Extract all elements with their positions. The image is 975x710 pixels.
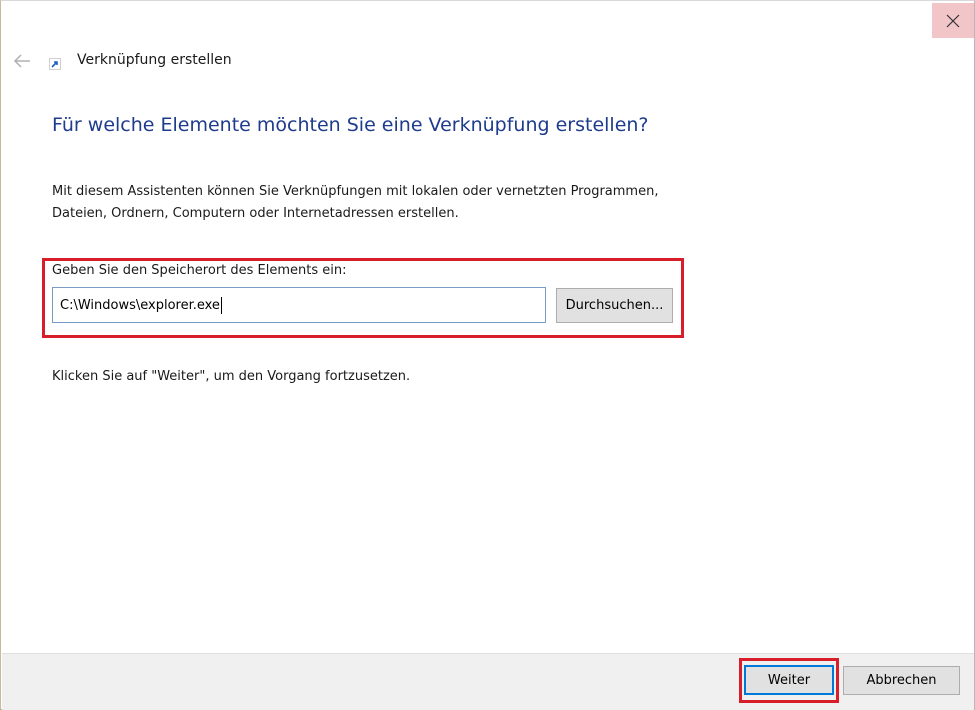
shortcut-wizard-window: Verknüpfung erstellen Für welche Element… <box>0 0 975 710</box>
wizard-title: Verknüpfung erstellen <box>77 52 232 68</box>
continue-hint: Klicken Sie auf "Weiter", um den Vorgang… <box>52 369 411 384</box>
close-button[interactable] <box>932 3 974 38</box>
cancel-button[interactable]: Abbrechen <box>843 666 960 695</box>
next-button[interactable]: Weiter <box>744 665 834 695</box>
browse-button[interactable]: Durchsuchen... <box>556 288 673 323</box>
shortcut-icon <box>49 58 61 70</box>
location-label: Geben Sie den Speicherort des Elements e… <box>52 263 347 278</box>
close-icon <box>946 14 960 27</box>
wizard-description: Mit diesem Assistenten können Sie Verknü… <box>52 181 732 225</box>
back-button[interactable] <box>11 51 33 71</box>
location-input-value: C:\Windows\explorer.exe <box>60 297 220 313</box>
location-input[interactable]: C:\Windows\explorer.exe <box>52 287 546 323</box>
arrow-left-icon <box>13 54 30 68</box>
description-line-2: Dateien, Ordnern, Computern oder Interne… <box>52 206 459 221</box>
text-caret <box>220 296 222 314</box>
page-heading: Für welche Elemente möchten Sie eine Ver… <box>52 114 649 136</box>
description-line-1: Mit diesem Assistenten können Sie Verknü… <box>52 184 659 199</box>
